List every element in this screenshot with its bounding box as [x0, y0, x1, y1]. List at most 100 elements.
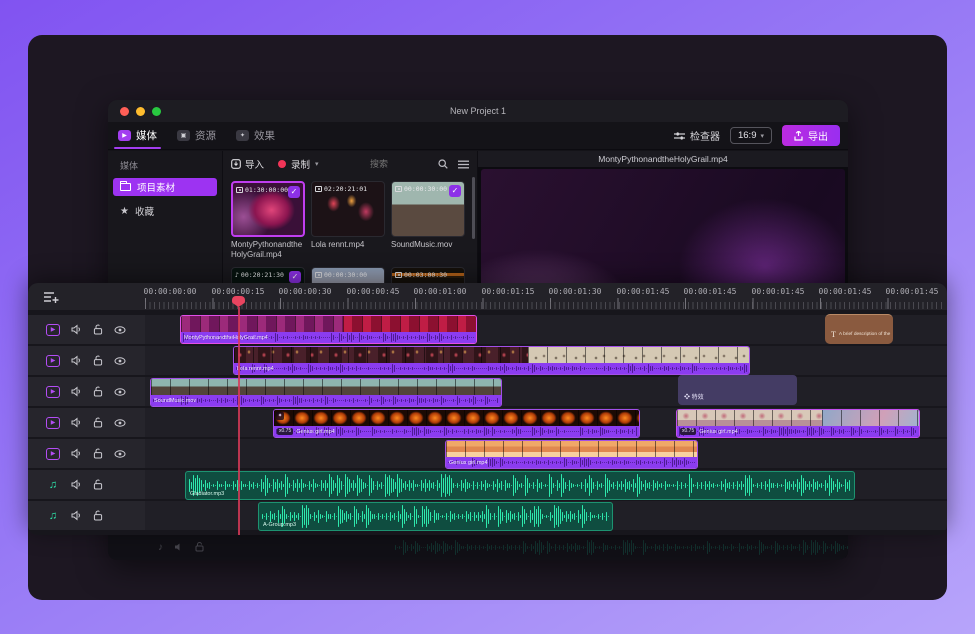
ruler-label: 00:00:01:45	[886, 287, 939, 296]
record-button[interactable]: 录制 ▾	[278, 157, 319, 171]
sidebar-item-favorites[interactable]: ★ 收藏	[113, 202, 217, 220]
sidebar-item-label: 项目素材	[137, 180, 175, 194]
timeline-ruler[interactable]: 00:00:00:00 00:00:00:15 00:00:00:30 00:0…	[28, 283, 947, 310]
clip-audio-waveform	[153, 396, 499, 405]
media-item[interactable]: 01:30:00:00 ✓ MontyPythonandtheHolyGrail…	[231, 181, 305, 260]
clip-effect-badge-icon: ✦	[276, 412, 284, 420]
clip-audio-waveform	[236, 364, 747, 373]
folder-icon	[120, 183, 131, 191]
preview-title: MontyPythonandtheHolyGrail.mp4	[478, 151, 848, 167]
sidebar-item-project-assets[interactable]: 项目素材	[113, 178, 217, 196]
import-icon	[231, 159, 241, 169]
dimmed-waveform	[395, 540, 848, 555]
window-title: New Project 1	[108, 106, 848, 116]
export-button[interactable]: 导出	[782, 125, 840, 146]
video-type-icon	[236, 187, 243, 193]
resources-tab-icon: ▣	[177, 130, 190, 141]
timeline-clip-soundmusic[interactable]: SoundMusic.mov	[150, 378, 502, 407]
list-view-icon[interactable]	[458, 160, 469, 169]
text-clip-icon: T	[831, 330, 836, 339]
timeline-clip-text[interactable]: T A brief description of the	[825, 314, 893, 344]
timeline-clip-effect[interactable]: ❖ 特效	[678, 375, 797, 405]
video-type-icon	[395, 186, 402, 192]
sliders-icon	[674, 131, 685, 141]
timeline-clip-genius-2[interactable]: x0.75 Genius girl.mp4	[676, 409, 920, 438]
inspector-button[interactable]: 检查器	[674, 128, 720, 143]
speed-badge: x0.75	[680, 428, 696, 435]
add-track-icon[interactable]	[42, 289, 60, 305]
media-tab-icon: ▶	[118, 130, 131, 141]
titlebar: New Project 1	[108, 100, 848, 122]
media-thumbnail[interactable]: 00:00:30:00 ✓	[391, 181, 465, 237]
clip-duration: ♪00:20:21:30	[235, 271, 284, 279]
media-item-name: Lola rennt.mp4	[311, 240, 385, 250]
aspect-ratio-value: 16:9	[738, 130, 757, 141]
ruler-label: 00:00:01:45	[819, 287, 872, 296]
ruler-label: 00:00:00:00	[144, 287, 197, 296]
sidebar-item-label: 收藏	[135, 204, 154, 218]
timeline-clip-agroup[interactable]: A-Group.mp3	[258, 502, 613, 531]
tab-effects-label: 效果	[254, 128, 275, 143]
inspector-label: 检查器	[690, 128, 720, 143]
timeline-clip-gladiator[interactable]: Gladiator.mp3	[185, 471, 855, 500]
tab-resources-label: 资源	[195, 128, 216, 143]
tab-media-label: 媒体	[136, 128, 157, 143]
audio-type-icon: ♪	[235, 271, 239, 279]
clip-duration: 01:30:00:00	[236, 186, 288, 194]
ruler-label: 00:00:00:15	[212, 287, 265, 296]
timeline-panel: 00:00:00:00 00:00:00:15 00:00:00:30 00:0…	[28, 283, 947, 535]
clip-label: A-Group.mp3	[263, 522, 296, 528]
speaker-icon	[174, 542, 184, 552]
ruler-label: 00:00:01:45	[684, 287, 737, 296]
docked-timeline-remnant: ♪	[108, 534, 848, 560]
record-icon	[278, 160, 286, 168]
timeline-clip-genius-1[interactable]: ✦ x0.75 Genius girl.mp4	[273, 409, 640, 438]
record-label: 录制	[291, 157, 310, 171]
ruler-label: 00:00:01:00	[414, 287, 467, 296]
ruler-minor-ticks	[145, 302, 943, 309]
clip-label: Lola rennt.mp4	[237, 366, 274, 372]
clip-label: Genius girl.mp4	[296, 429, 335, 435]
sidebar-header: 媒体	[120, 159, 222, 172]
tab-effects[interactable]: ✦ 效果	[226, 122, 285, 149]
clip-duration: 00:00:30:00	[395, 185, 447, 193]
search-input[interactable]	[370, 159, 434, 169]
clip-label: MontyPythonandtheHolyGrail.mp4	[184, 335, 268, 341]
clip-label: A brief description of the	[839, 332, 890, 337]
chevron-down-icon: ▾	[315, 160, 319, 168]
clip-label: ❖ 特效	[684, 392, 704, 401]
clip-duration: 00:00:30:00	[315, 271, 367, 279]
media-item[interactable]: 00:00:30:00 ✓ SoundMusic.mov	[391, 181, 465, 260]
timeline-clip-lola[interactable]: Lola rennt.mp4	[233, 346, 750, 375]
media-item[interactable]: 02:20:21:01 Lola rennt.mp4	[311, 181, 385, 260]
lock-icon	[195, 542, 204, 552]
import-button[interactable]: 导入	[231, 157, 264, 171]
search-icon[interactable]	[438, 159, 448, 169]
ruler-label: 00:00:01:30	[549, 287, 602, 296]
tab-resources[interactable]: ▣ 资源	[167, 122, 226, 149]
timeline-clip-genius-3[interactable]: Genius girl.mp4	[445, 440, 698, 469]
import-label: 导入	[245, 157, 264, 171]
audio-waveform	[189, 474, 851, 497]
media-thumbnail[interactable]: 01:30:00:00 ✓	[231, 181, 305, 237]
clip-label: Genius girl.mp4	[699, 429, 738, 435]
speed-badge: x0.75	[277, 428, 293, 435]
checkmark-badge: ✓	[449, 185, 461, 197]
ruler-label: 00:00:00:45	[347, 287, 400, 296]
checkmark-badge: ✓	[289, 271, 301, 283]
timeline-clip-monty[interactable]: MontyPythonandtheHolyGrail.mp4	[180, 315, 477, 344]
media-scrollbar[interactable]	[472, 177, 475, 239]
clip-label: Genius girl.mp4	[449, 460, 488, 466]
video-type-icon	[315, 272, 322, 278]
main-toolbar: ▶ 媒体 ▣ 资源 ✦ 效果 检查器 16:9 ▾	[108, 122, 848, 150]
video-type-icon	[395, 272, 402, 278]
playhead-line[interactable]	[238, 307, 240, 535]
tab-media[interactable]: ▶ 媒体	[108, 122, 167, 149]
clip-label: SoundMusic.mov	[154, 398, 196, 404]
ruler-label: 00:00:01:45	[617, 287, 670, 296]
export-label: 导出	[808, 128, 828, 143]
export-icon	[794, 131, 803, 141]
aspect-ratio-select[interactable]: 16:9 ▾	[730, 127, 772, 144]
checkmark-badge: ✓	[288, 186, 300, 198]
media-thumbnail[interactable]: 02:20:21:01	[311, 181, 385, 237]
